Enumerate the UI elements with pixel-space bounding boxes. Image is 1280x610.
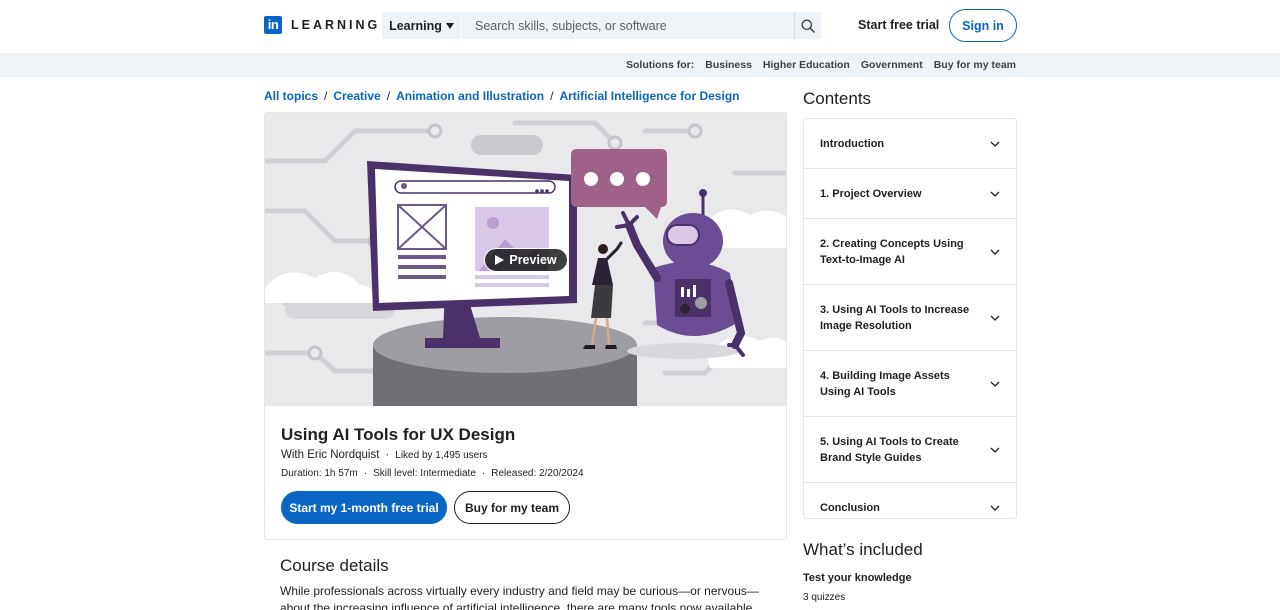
buy-for-team-button[interactable]: Buy for my team bbox=[454, 491, 570, 524]
section-label: Introduction bbox=[820, 137, 885, 150]
solutions-business-link[interactable]: Business bbox=[705, 59, 752, 71]
breadcrumb-creative[interactable]: Creative bbox=[333, 89, 380, 103]
course-likes: Liked by 1,495 users bbox=[395, 449, 488, 461]
solutions-government-link[interactable]: Government bbox=[861, 59, 923, 71]
contents-section-1[interactable]: 1. Project Overview bbox=[804, 169, 1016, 219]
course-duration: Duration: 1h 57m bbox=[281, 468, 358, 479]
chevron-down-icon bbox=[990, 505, 1000, 511]
section-label: 5. Using AI Tools to Create Brand Style … bbox=[820, 435, 959, 464]
breadcrumb-separator: / bbox=[324, 89, 328, 103]
breadcrumb-animation-illustration[interactable]: Animation and Illustration bbox=[396, 89, 544, 103]
chevron-down-icon bbox=[990, 381, 1000, 387]
quiz-count: 3 quizzes bbox=[803, 592, 846, 603]
contents-section-4[interactable]: 4. Building Image Assets Using AI Tools bbox=[804, 351, 1016, 417]
section-label: 2. Creating Concepts Using Text-to-Image… bbox=[820, 237, 964, 266]
section-label: 1. Project Overview bbox=[820, 187, 922, 200]
chevron-down-icon bbox=[990, 249, 1000, 255]
search-button[interactable] bbox=[794, 12, 821, 39]
course-author: With Eric Nordquist bbox=[281, 449, 380, 461]
search-icon bbox=[801, 19, 815, 33]
search-input[interactable] bbox=[462, 12, 794, 39]
chevron-down-icon bbox=[990, 191, 1000, 197]
linkedin-learning-logo[interactable]: in LEARNING bbox=[264, 16, 380, 34]
solutions-label: Solutions for: bbox=[625, 59, 695, 71]
caret-down-icon bbox=[445, 22, 454, 29]
course-details-body: While professionals across virtually eve… bbox=[280, 584, 759, 610]
solutions-buy-for-team-link[interactable]: Buy for my team bbox=[934, 59, 1016, 71]
section-label: 4. Building Image Assets Using AI Tools bbox=[820, 369, 950, 398]
meta-separator: · bbox=[481, 468, 486, 479]
start-free-trial-link[interactable]: Start free trial bbox=[858, 18, 939, 32]
chevron-down-icon bbox=[990, 447, 1000, 453]
meta-separator: · bbox=[385, 449, 390, 461]
play-icon bbox=[495, 255, 505, 265]
contents-section-conclusion[interactable]: Conclusion bbox=[804, 483, 1016, 518]
course-stats-meta: Duration: 1h 57m · Skill level: Intermed… bbox=[281, 468, 584, 479]
preview-button[interactable]: Preview bbox=[484, 248, 568, 272]
course-card: Preview Using AI Tools for UX Design Wit… bbox=[264, 112, 787, 540]
breadcrumb-separator: / bbox=[550, 89, 554, 103]
top-header: in LEARNING Learning Start free trial Si… bbox=[0, 0, 1280, 53]
course-details-heading: Course details bbox=[280, 556, 389, 575]
contents-heading: Contents bbox=[803, 89, 872, 108]
breadcrumb-separator: / bbox=[386, 89, 391, 103]
breadcrumb: All topics / Creative / Animation and Il… bbox=[264, 89, 739, 103]
course-skill-level: Skill level: Intermediate bbox=[373, 468, 476, 479]
sign-in-button[interactable]: Sign in bbox=[949, 9, 1017, 42]
solutions-higher-education-link[interactable]: Higher Education bbox=[763, 59, 850, 71]
test-knowledge-title: Test your knowledge bbox=[803, 572, 912, 584]
preview-label: Preview bbox=[509, 253, 557, 267]
search-bar: Learning bbox=[382, 12, 821, 39]
solutions-bar: Solutions for: Business Higher Education… bbox=[0, 53, 1280, 77]
whats-included-heading: What’s included bbox=[803, 540, 923, 559]
contents-section-3[interactable]: 3. Using AI Tools to Increase Image Reso… bbox=[804, 285, 1016, 351]
course-author-meta: With Eric Nordquist · Liked by 1,495 use… bbox=[281, 449, 488, 461]
contents-accordion: Introduction 1. Project Overview 2. Crea… bbox=[803, 118, 1017, 519]
contents-section-introduction[interactable]: Introduction bbox=[804, 119, 1016, 169]
course-released: Released: 2/20/2024 bbox=[491, 468, 584, 479]
logo-wordmark: LEARNING bbox=[291, 18, 381, 32]
course-title: Using AI Tools for UX Design bbox=[281, 425, 516, 444]
contents-section-2[interactable]: 2. Creating Concepts Using Text-to-Image… bbox=[804, 219, 1016, 285]
start-free-trial-button[interactable]: Start my 1-month free trial bbox=[281, 491, 447, 524]
course-hero-illustration[interactable]: Preview bbox=[265, 113, 786, 406]
search-category-dropdown[interactable]: Learning bbox=[382, 12, 462, 39]
breadcrumb-all-topics[interactable]: All topics bbox=[264, 89, 318, 103]
linkedin-in-icon: in bbox=[264, 16, 282, 34]
contents-section-5[interactable]: 5. Using AI Tools to Create Brand Style … bbox=[804, 417, 1016, 483]
breadcrumb-ai-for-design[interactable]: Artificial Intelligence for Design bbox=[559, 89, 739, 103]
chevron-down-icon bbox=[990, 315, 1000, 321]
section-label: 3. Using AI Tools to Increase Image Reso… bbox=[820, 303, 970, 332]
search-category-label: Learning bbox=[389, 18, 442, 33]
chevron-down-icon bbox=[990, 141, 1000, 147]
meta-separator: · bbox=[363, 468, 368, 479]
section-label: Conclusion bbox=[820, 502, 880, 514]
